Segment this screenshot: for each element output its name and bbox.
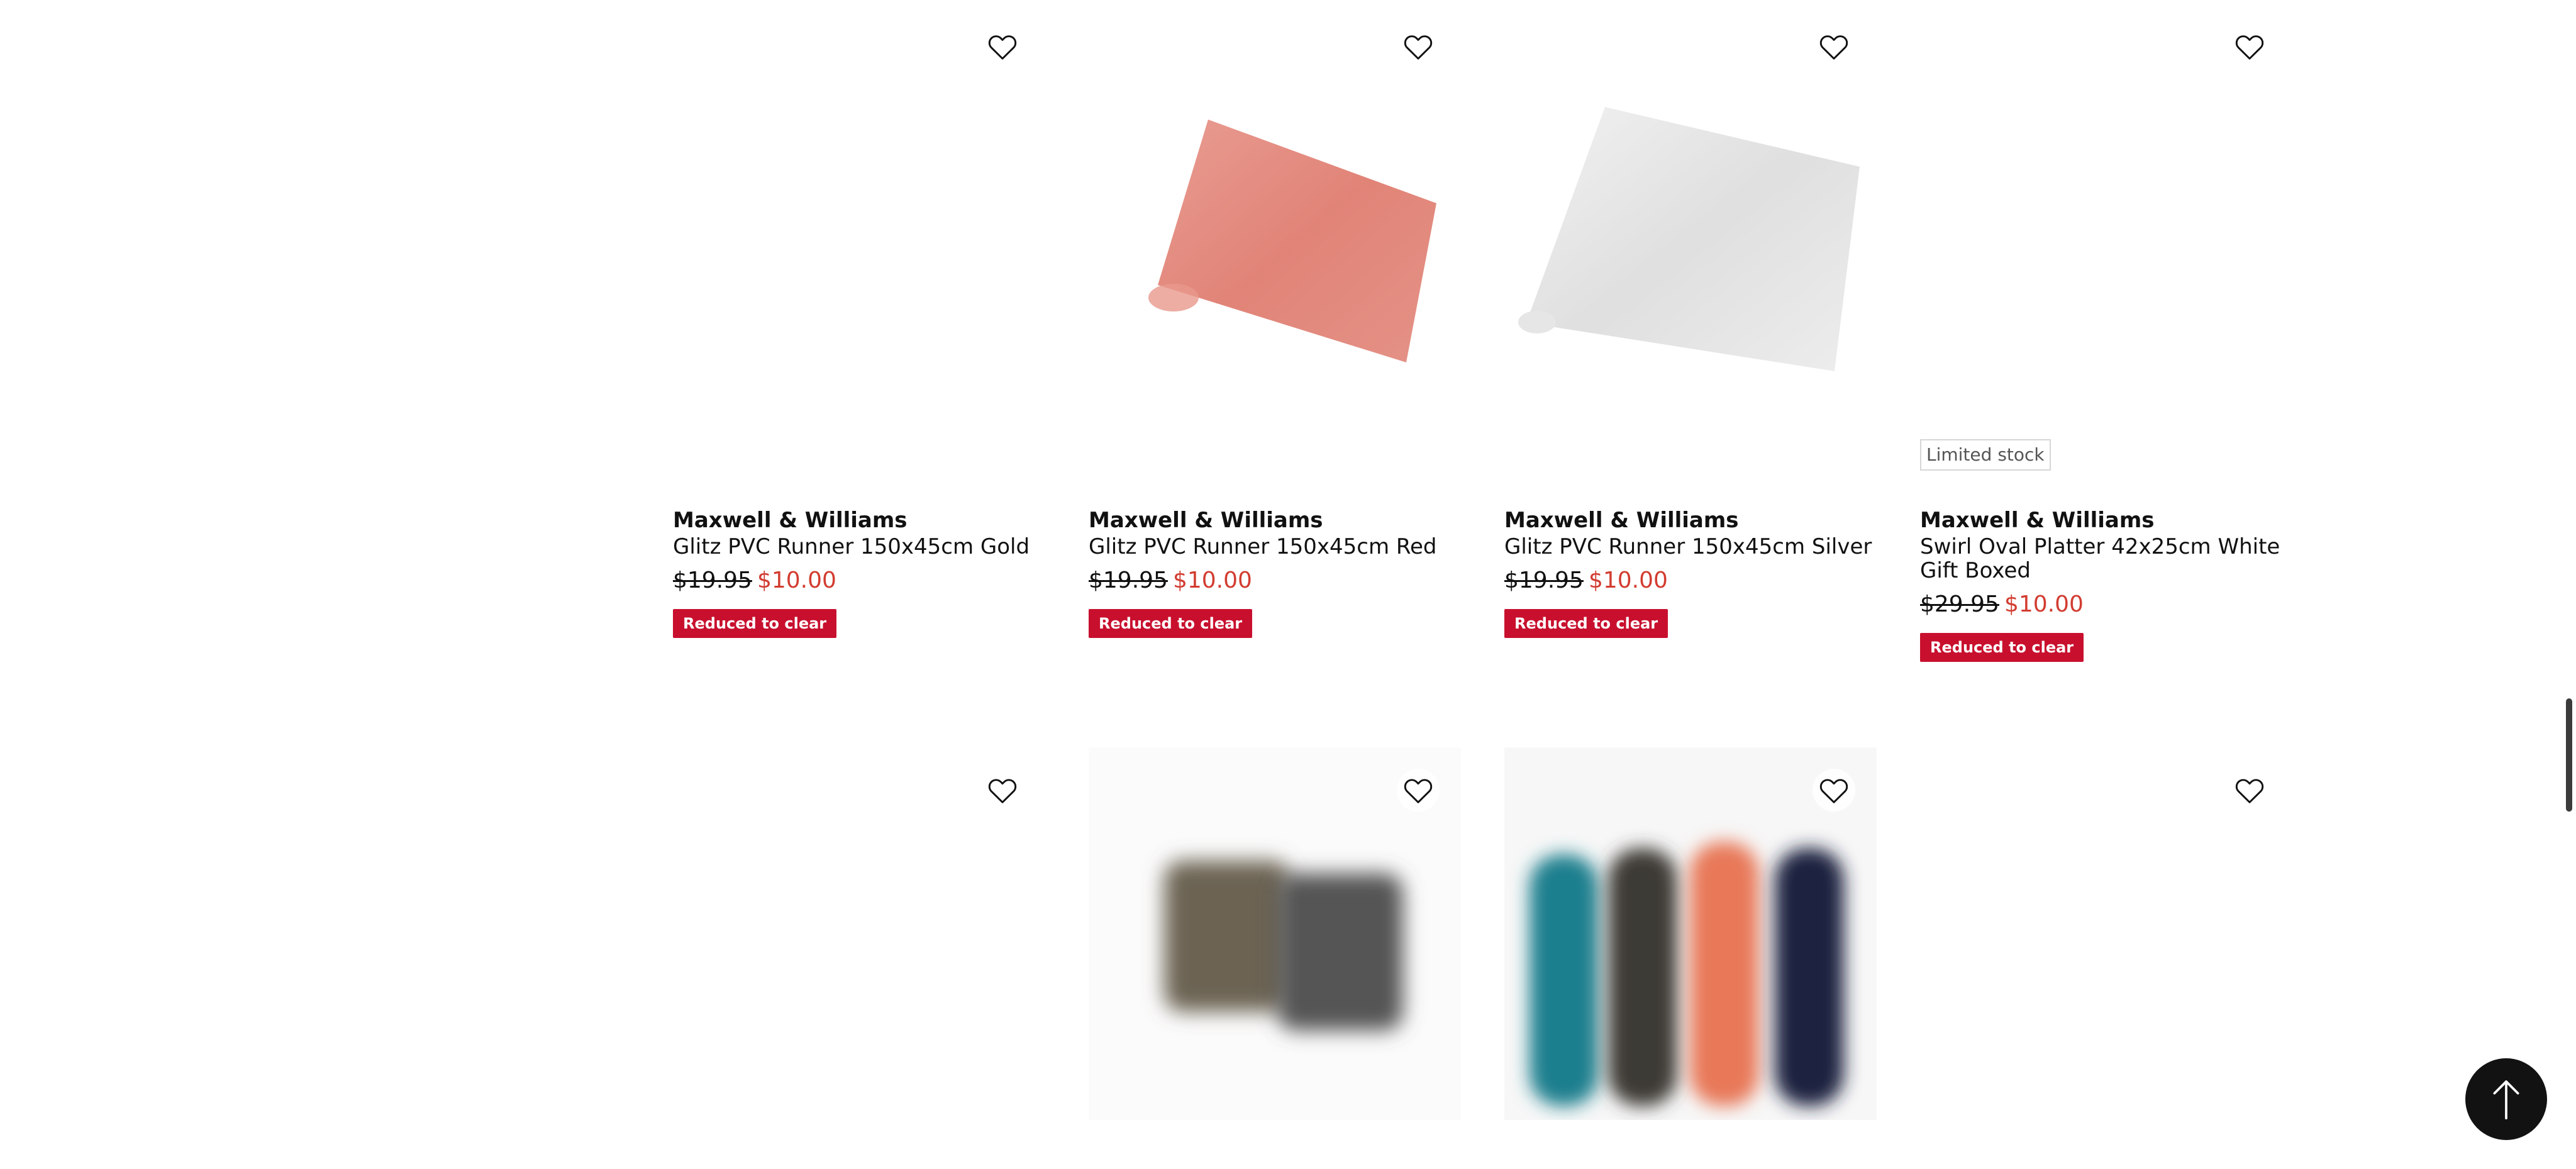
product-name[interactable]: Glitz PVC Runner 150x45cm Silver bbox=[1504, 535, 1877, 559]
wishlist-button[interactable] bbox=[2228, 769, 2271, 812]
wishlist-button[interactable] bbox=[2228, 25, 2271, 68]
price-block: $19.95 $10.00 bbox=[673, 568, 1045, 594]
price-block: $19.95 $10.00 bbox=[1089, 568, 1461, 594]
scrollbar-thumb[interactable] bbox=[2566, 698, 2572, 812]
heart-outline-icon bbox=[2235, 779, 2264, 803]
wishlist-button[interactable] bbox=[981, 769, 1024, 812]
sale-price: $10.00 bbox=[1588, 568, 1668, 593]
product-info: Maxwell & Williams Glitz PVC Runner 150x… bbox=[1089, 507, 1461, 638]
wishlist-button[interactable] bbox=[981, 25, 1024, 68]
sale-price: $10.00 bbox=[2004, 591, 2084, 617]
was-price: $19.95 bbox=[1089, 568, 1168, 593]
heart-outline-icon bbox=[2235, 35, 2264, 60]
product-brand[interactable]: Maxwell & Williams bbox=[1504, 507, 1877, 534]
product-info: Maxwell & Williams Swirl Oval Platter 42… bbox=[1920, 507, 2292, 662]
limited-stock-label: Limited stock bbox=[1920, 439, 2051, 471]
product-brand[interactable]: Maxwell & Williams bbox=[1089, 507, 1461, 534]
product-name[interactable]: Swirl Oval Platter 42x25cm White Gift Bo… bbox=[1920, 535, 2292, 583]
product-name[interactable]: Glitz PVC Runner 150x45cm Gold bbox=[673, 535, 1045, 559]
wishlist-button[interactable] bbox=[1813, 25, 1855, 68]
wishlist-button[interactable] bbox=[1397, 769, 1440, 812]
back-to-top-button[interactable] bbox=[2465, 1058, 2547, 1140]
product-brand[interactable]: Maxwell & Williams bbox=[673, 507, 1045, 534]
price-block: $29.95 $10.00 bbox=[1920, 591, 2292, 618]
heart-outline-icon bbox=[1819, 779, 1848, 803]
reduced-to-clear-badge: Reduced to clear bbox=[1089, 609, 1253, 638]
price-block: $19.95 $10.00 bbox=[1504, 568, 1877, 594]
wishlist-button[interactable] bbox=[1813, 769, 1855, 812]
heart-outline-icon bbox=[1819, 35, 1848, 60]
reduced-to-clear-badge: Reduced to clear bbox=[673, 609, 837, 638]
product-info: Maxwell & Williams Glitz PVC Runner 150x… bbox=[673, 507, 1045, 638]
reduced-to-clear-badge: Reduced to clear bbox=[1504, 609, 1668, 638]
heart-outline-icon bbox=[988, 779, 1017, 803]
sale-price: $10.00 bbox=[1172, 568, 1252, 593]
arrow-up-icon bbox=[2493, 1080, 2519, 1120]
was-price: $29.95 bbox=[1920, 591, 1999, 617]
product-brand[interactable]: Maxwell & Williams bbox=[1920, 507, 2292, 534]
heart-outline-icon bbox=[1404, 779, 1433, 803]
product-name[interactable]: Glitz PVC Runner 150x45cm Red bbox=[1089, 535, 1461, 559]
product-listing-page: Maxwell & Williams Glitz PVC Runner 150x… bbox=[0, 0, 2576, 1169]
wishlist-button[interactable] bbox=[1397, 25, 1440, 68]
sale-price: $10.00 bbox=[757, 568, 836, 593]
was-price: $19.95 bbox=[1504, 568, 1584, 593]
reduced-to-clear-badge: Reduced to clear bbox=[1920, 633, 2084, 662]
heart-outline-icon bbox=[988, 35, 1017, 60]
heart-outline-icon bbox=[1404, 35, 1433, 60]
product-info: Maxwell & Williams Glitz PVC Runner 150x… bbox=[1504, 507, 1877, 638]
was-price: $19.95 bbox=[673, 568, 752, 593]
